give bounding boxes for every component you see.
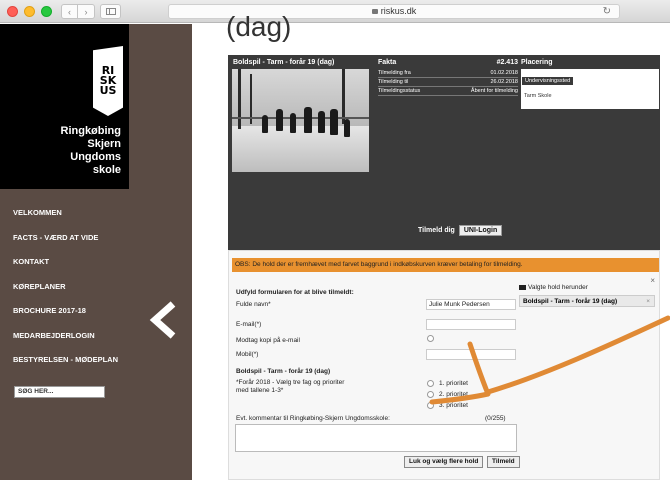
- priority-1-radio[interactable]: [427, 380, 434, 387]
- event-header: Boldspil - Tarm - forår 19 (dag) Fakta #…: [228, 55, 660, 250]
- chevron-left-icon[interactable]: [147, 300, 179, 340]
- signup-row: Tilmeld dig UNI-Login: [418, 225, 503, 236]
- event-panel: Boldspil - Tarm - forår 19 (dag) Fakta #…: [228, 55, 660, 480]
- tilmeld-button[interactable]: Tilmeld: [487, 456, 520, 468]
- payment-notice: OBS: De hold der er fremhævet med farvet…: [232, 258, 659, 272]
- copy-label: Modtag kopi på e-mail: [236, 337, 300, 344]
- priority-prompt: *Forår 2018 - Vælg tre fag og prioriter: [236, 379, 345, 386]
- zoom-window-button[interactable]: [41, 6, 52, 17]
- tab-undervisningssted[interactable]: Undervisningssted: [522, 77, 574, 85]
- emblem-text: RI SK US: [99, 64, 117, 97]
- sidebar-toggle-button[interactable]: [100, 4, 121, 19]
- close-icon[interactable]: ×: [650, 276, 655, 285]
- cart-icon: [519, 285, 526, 290]
- fakta-row: Tilmelding til 26.02.2018: [378, 79, 518, 87]
- search-input[interactable]: SØG HER...: [14, 386, 105, 398]
- minimize-window-button[interactable]: [24, 6, 35, 17]
- remove-course-button[interactable]: ×: [646, 296, 650, 307]
- uni-login-button[interactable]: UNI-Login: [458, 225, 503, 236]
- lock-icon: [371, 9, 378, 14]
- browser-toolbar: ‹ › riskus.dk ↻: [0, 0, 670, 23]
- location-name: Tarm Skole: [524, 93, 552, 99]
- chevron-right-icon: ›: [84, 6, 88, 17]
- fakta-label: Fakta: [378, 59, 397, 66]
- nav-item-brochure[interactable]: BROCHURE 2017-18: [13, 306, 118, 331]
- mobile-field[interactable]: [426, 349, 516, 360]
- nav-item-medarbejderlogin[interactable]: MEDARBEJDERLOGIN: [13, 331, 118, 356]
- course-title: Boldspil - Tarm - forår 19 (dag): [236, 368, 331, 375]
- name-label: Fulde navn*: [236, 301, 271, 308]
- event-number: #2.413: [496, 59, 518, 66]
- event-photo: [232, 69, 369, 172]
- forward-button[interactable]: ›: [78, 4, 95, 19]
- priority-2-label: 2. prioritet: [439, 391, 468, 398]
- nav-item-koereplaner[interactable]: KØREPLANER: [13, 282, 118, 307]
- url-text: riskus.dk: [380, 6, 417, 16]
- comment-textarea[interactable]: [235, 424, 517, 452]
- chosen-heading: Valgte hold herunder: [519, 284, 588, 291]
- logo[interactable]: RI SK US Ringkøbing Skjern Ungdoms skole: [0, 24, 129, 189]
- comment-label: Evt. kommentar til Ringkøbing-Skjern Ung…: [236, 415, 390, 422]
- main-nav: VELKOMMEN FACTS - VÆRD AT VIDE KONTAKT K…: [13, 208, 118, 380]
- event-title: Boldspil - Tarm - forår 19 (dag): [233, 59, 335, 66]
- priority-1-label: 1. prioritet: [439, 380, 468, 387]
- close-window-button[interactable]: [7, 6, 18, 17]
- school-name: Ringkøbing Skjern Ungdoms skole: [60, 125, 122, 176]
- mobile-label: Mobil(*): [236, 351, 259, 358]
- chosen-course-item: Boldspil - Tarm - forår 19 (dag) ×: [519, 295, 655, 307]
- placering-box: Placering Undervisningssted Tarm Skole: [521, 59, 659, 109]
- nav-item-kontakt[interactable]: KONTAKT: [13, 257, 118, 282]
- copy-checkbox[interactable]: [427, 335, 434, 342]
- back-button[interactable]: ‹: [61, 4, 78, 19]
- fakta-row: Tilmelding fra 01.02.2018: [378, 70, 518, 78]
- page-title: (dag): [226, 11, 292, 42]
- priority-prompt-2: med tallene 1-3*: [236, 387, 284, 394]
- chevron-left-icon: ‹: [68, 6, 71, 17]
- priority-3-label: 3. prioritet: [439, 402, 468, 409]
- reload-icon[interactable]: ↻: [603, 5, 611, 18]
- form-section-title: Udfyld formularen for at blive tilmeldt:: [236, 289, 354, 296]
- email-field[interactable]: [426, 319, 516, 330]
- name-field[interactable]: Julie Munk Pedersen: [426, 299, 516, 310]
- priority-2-radio[interactable]: [427, 391, 434, 398]
- fakta-box: Fakta #2.413 Tilmelding fra 01.02.2018 Ti…: [378, 59, 518, 96]
- signup-label: Tilmeld dig: [418, 227, 455, 234]
- sidebar: RI SK US Ringkøbing Skjern Ungdoms skole…: [0, 24, 192, 480]
- nav-item-bestyrelsen[interactable]: BESTYRELSEN - MØDEPLAN: [13, 355, 118, 380]
- nav-item-facts[interactable]: FACTS - VÆRD AT VIDE: [13, 233, 118, 258]
- placering-label: Placering: [521, 59, 553, 66]
- nav-item-velkommen[interactable]: VELKOMMEN: [13, 208, 118, 233]
- fakta-row: Tilmeldingsstatus Åbent for tilmelding: [378, 88, 518, 96]
- sidebar-icon: [105, 8, 116, 15]
- email-label: E-mail(*): [236, 321, 262, 328]
- priority-3-radio[interactable]: [427, 402, 434, 409]
- comment-counter: (0/255): [485, 415, 506, 422]
- close-and-choose-more-button[interactable]: Luk og vælg flere hold: [404, 456, 484, 468]
